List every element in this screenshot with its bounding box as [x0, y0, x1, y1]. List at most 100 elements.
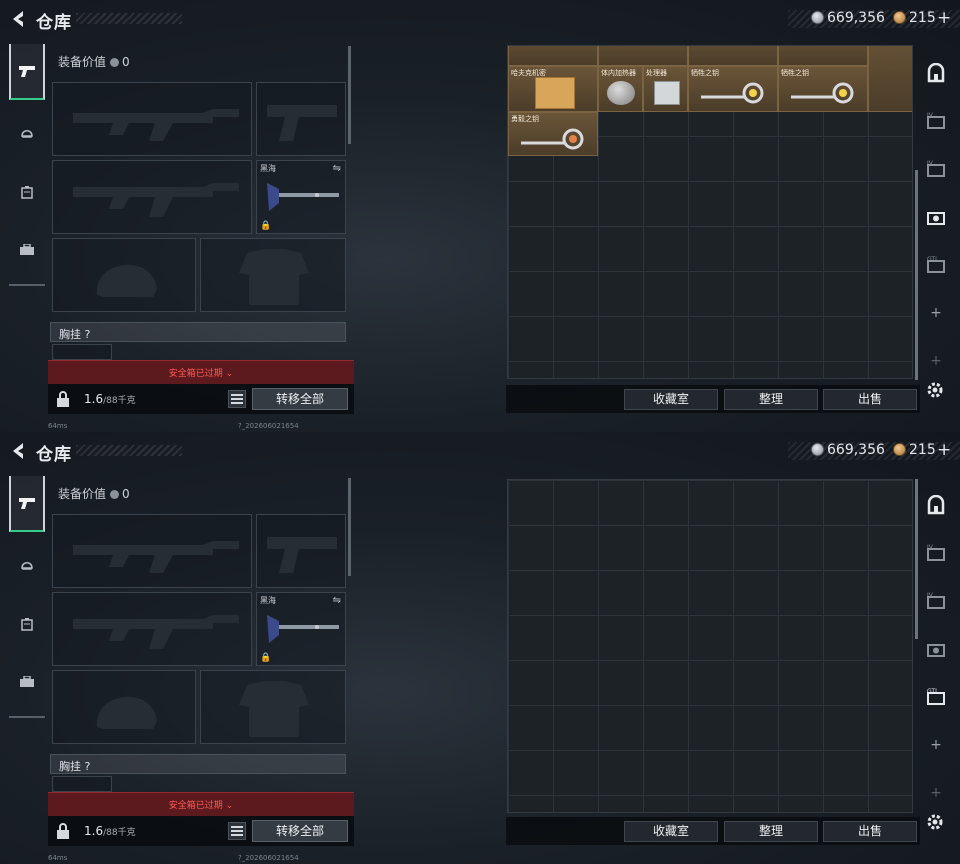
tab-case-iv-2[interactable]: IV — [923, 588, 949, 614]
add-currency-button[interactable]: + — [937, 440, 951, 460]
back-button[interactable] — [8, 440, 30, 462]
helmet-slot[interactable] — [52, 238, 196, 312]
transfer-all-button[interactable]: 转移全部 — [252, 388, 348, 410]
back-button[interactable] — [8, 8, 30, 30]
lock-icon[interactable] — [54, 390, 72, 408]
storage-item[interactable] — [598, 46, 688, 66]
sell-button[interactable]: 出售 — [823, 389, 917, 410]
storage-item-haavk-secret[interactable]: 哈夫克机密 — [508, 66, 598, 112]
add-case-button[interactable]: + — [923, 732, 949, 758]
melee-label: 黑海 — [260, 164, 276, 173]
add-currency-button[interactable]: + — [937, 8, 951, 28]
gear-icon[interactable] — [925, 812, 945, 832]
body-armor-slot[interactable] — [200, 670, 346, 744]
storage-item-processor[interactable]: 处理器 — [643, 66, 688, 112]
storage-item-courage-key[interactable]: 勇毅之钥 — [508, 112, 598, 156]
storage-item[interactable] — [778, 46, 868, 66]
swap-icon[interactable]: ⇋ — [333, 163, 341, 174]
list-view-button[interactable] — [228, 822, 246, 840]
coupon-amount: 215 — [909, 10, 936, 26]
equipment-footer: 1.6/88千克 转移全部 — [48, 816, 354, 846]
help-icon: ? — [84, 328, 91, 341]
transfer-all-button[interactable]: 转移全部 — [252, 820, 348, 842]
sort-button[interactable]: 整理 — [724, 821, 818, 842]
collection-room-button[interactable]: 收藏室 — [624, 821, 718, 842]
tab-safe[interactable] — [923, 492, 949, 518]
equipment-scrollbar[interactable] — [348, 46, 351, 144]
tab-weapons[interactable] — [9, 476, 45, 532]
chevron-down-icon: ⌄ — [225, 369, 234, 379]
storage-item[interactable] — [688, 46, 778, 66]
sort-button[interactable]: 整理 — [724, 389, 818, 410]
tab-case-camera[interactable] — [923, 636, 949, 662]
armor-silhouette-icon — [239, 249, 309, 305]
backpack-icon — [21, 618, 33, 631]
storage-item-sacrifice-key[interactable]: 牺牲之钥 — [778, 66, 868, 112]
safe-box-expired-banner[interactable]: 安全箱已过期 ⌄ — [48, 792, 354, 816]
backpack-icon — [21, 186, 33, 199]
equipment-panel: 装备价值 0 黑海 ⇋ 🔒 胸挂 ? 安全箱已过期 ⌄ 1.6/88千克 转移全… — [48, 478, 354, 850]
storage-scrollbar[interactable] — [915, 170, 918, 380]
chest-rig-header[interactable]: 胸挂 ? — [50, 322, 346, 342]
tab-toolbox[interactable] — [9, 654, 45, 710]
storage-scrollbar[interactable] — [915, 479, 918, 639]
tab-armor[interactable] — [9, 536, 45, 592]
sell-button[interactable]: 出售 — [823, 821, 917, 842]
tab-toolbox[interactable] — [9, 222, 45, 278]
page-title: 仓库 — [36, 13, 72, 33]
tab-case-iv-2[interactable]: IV — [923, 156, 949, 182]
storage-item-sacrifice-key[interactable]: 牺牲之钥 — [688, 66, 778, 112]
tab-weapons[interactable] — [9, 44, 45, 100]
rifle-silhouette-icon — [73, 109, 239, 141]
primary-weapon-slot[interactable] — [52, 82, 252, 156]
add-case-button[interactable]: + — [923, 348, 949, 374]
list-view-button[interactable] — [228, 390, 246, 408]
list-icon — [231, 826, 243, 836]
primary-weapon-slot[interactable] — [52, 514, 252, 588]
chest-rig-label: 胸挂 ? — [59, 328, 91, 341]
storage-actions: 收藏室 整理 出售 — [506, 385, 920, 413]
tab-divider — [9, 284, 45, 286]
secondary-weapon-slot[interactable] — [256, 514, 346, 588]
safe-icon — [927, 63, 945, 83]
tab-safe[interactable] — [923, 60, 949, 86]
axe-icon — [267, 615, 339, 643]
chest-rig-slot[interactable] — [52, 776, 112, 792]
lock-icon[interactable] — [54, 822, 72, 840]
tab-case-camera[interactable] — [923, 204, 949, 230]
add-case-button[interactable]: + — [923, 780, 949, 806]
storage-grid[interactable] — [507, 479, 913, 813]
helmet-slot[interactable] — [52, 670, 196, 744]
gear-icon[interactable] — [925, 380, 945, 400]
storage-grid[interactable]: 哈夫克机密 体内加热器 处理器 牺牲之钥 牺牲之钥 勇毅之钥 — [507, 45, 913, 379]
swap-icon[interactable]: ⇋ — [333, 595, 341, 606]
collection-room-button[interactable]: 收藏室 — [624, 389, 718, 410]
tab-case-gti[interactable]: GTI — [923, 252, 949, 278]
safe-box-expired-banner[interactable]: 安全箱已过期 ⌄ — [48, 360, 354, 384]
equipment-scrollbar[interactable] — [348, 478, 351, 576]
body-armor-slot[interactable] — [200, 238, 346, 312]
chest-rig-slot[interactable] — [52, 344, 112, 360]
tab-armor[interactable] — [9, 104, 45, 160]
storage-item[interactable] — [508, 46, 598, 66]
add-case-button[interactable]: + — [923, 300, 949, 326]
key-icon — [791, 82, 854, 104]
secondary-weapon-slot[interactable] — [256, 82, 346, 156]
tab-backpack[interactable] — [9, 596, 45, 652]
tv-case-icon: IV — [927, 112, 945, 129]
storage-item[interactable] — [868, 46, 912, 112]
primary-weapon-2-slot[interactable] — [52, 160, 252, 234]
storage-item-heater[interactable]: 体内加热器 — [598, 66, 643, 112]
primary-weapon-2-slot[interactable] — [52, 592, 252, 666]
melee-slot[interactable]: 黑海 ⇋ 🔒 — [256, 160, 346, 234]
tab-case-gti[interactable]: GTI — [923, 684, 949, 710]
storage-actions: 收藏室 整理 出售 — [506, 817, 920, 845]
tab-backpack[interactable] — [9, 164, 45, 220]
pistol-icon — [19, 498, 35, 509]
melee-slot[interactable]: 黑海 ⇋ 🔒 — [256, 592, 346, 666]
tv-case-icon: IV — [927, 592, 945, 609]
tab-case-iv-1[interactable]: IV — [923, 540, 949, 566]
pistol-silhouette-icon — [267, 105, 337, 141]
tab-case-iv-1[interactable]: IV — [923, 108, 949, 134]
chest-rig-header[interactable]: 胸挂 ? — [50, 754, 346, 774]
